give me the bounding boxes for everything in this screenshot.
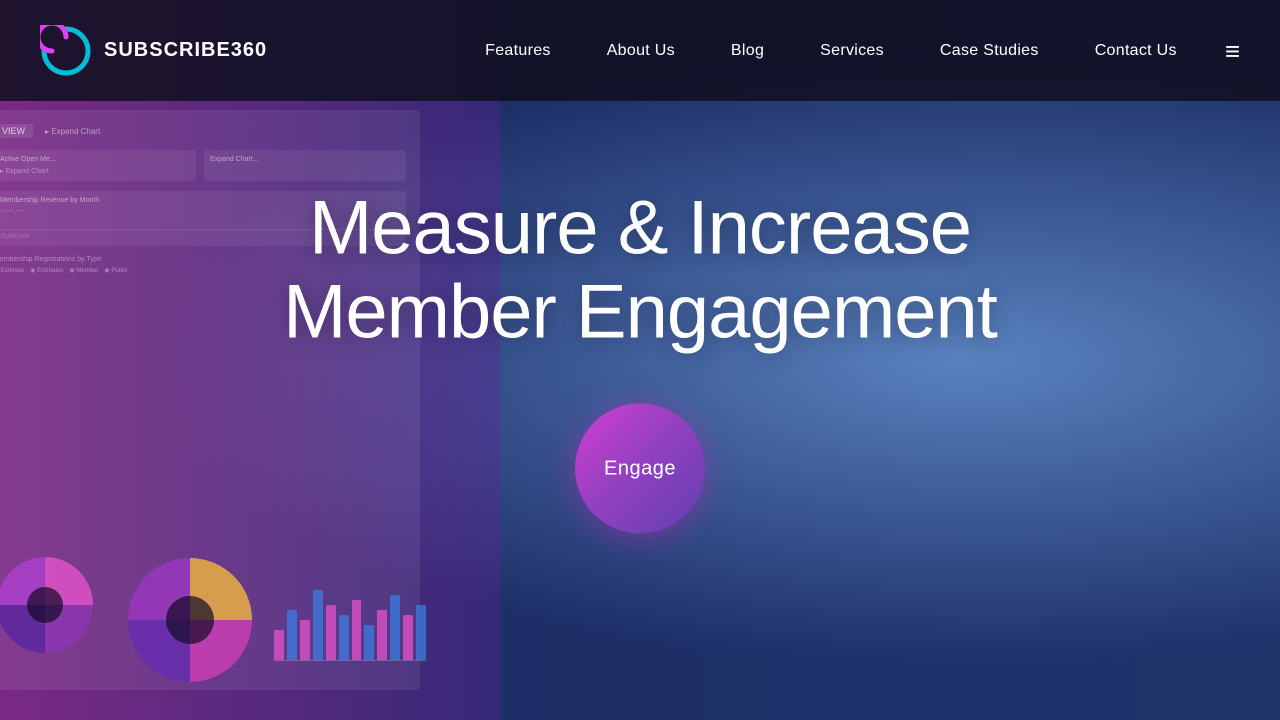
bar-item [390,595,400,660]
pie-charts-area [0,550,260,690]
bar-item [377,610,387,660]
mockup-expand-chart: ▸ Expand Chart [0,167,190,175]
bar-item [364,625,374,660]
bar-item [300,620,310,660]
pie-chart-1 [0,550,100,660]
logo-icon [40,25,92,77]
headline-line1: Measure & Increase [309,185,971,270]
bar-item [287,610,297,660]
nav-services[interactable]: Services [792,42,912,60]
logo-link[interactable]: SUBSCRIBE360 [40,25,267,77]
bar-chart-area [270,580,430,710]
mockup-card-open: Active Open Me... ▸ Expand Chart [0,150,196,181]
mockup-expand: ▸ Expand Chart [45,127,100,136]
bar-item [339,615,349,660]
hero-headline: Measure & Increase Member Engagement [240,186,1040,353]
hamburger-menu[interactable]: ≡ [1225,38,1240,64]
nav-about[interactable]: About Us [579,42,703,60]
mockup-tab-view: VIEW [0,124,33,138]
nav-case-studies[interactable]: Case Studies [912,42,1067,60]
hero-section: VIEW ▸ Expand Chart Active Open Me... ▸ … [0,0,1280,720]
headline-line2: Member Engagement [283,269,997,354]
mockup-card-expand: Expand Chart... [204,150,406,181]
bar-item [274,630,284,660]
nav-blog[interactable]: Blog [703,42,792,60]
engage-button[interactable]: Engage [575,404,705,534]
bar-item [326,605,336,660]
site-header: SUBSCRIBE360 Features About Us Blog Serv… [0,0,1280,101]
bar-item [352,600,362,660]
bar-item [403,615,413,660]
bar-item [313,590,323,660]
logo-text: SUBSCRIBE360 [104,39,267,62]
nav-contact[interactable]: Contact Us [1067,42,1205,60]
hero-content: Measure & Increase Member Engagement Eng… [240,186,1040,533]
bar-item [416,605,426,660]
pie-chart-2 [120,550,260,690]
nav-features[interactable]: Features [457,42,579,60]
main-nav: Features About Us Blog Services Case Stu… [457,42,1205,60]
